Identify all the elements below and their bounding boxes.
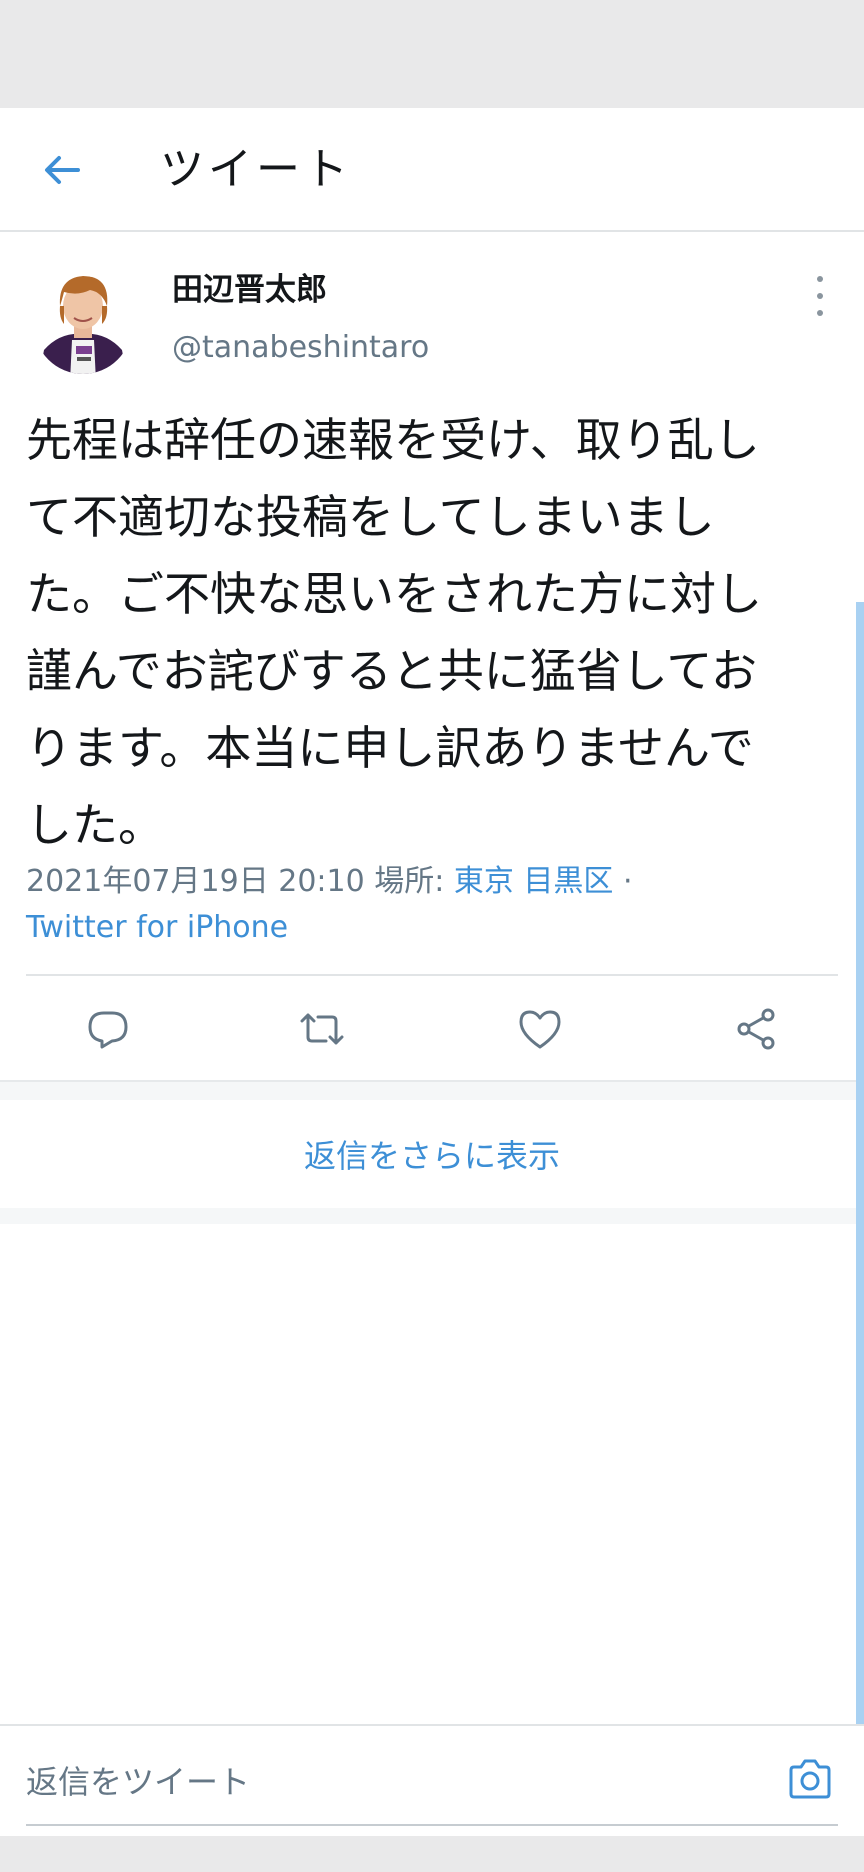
more-dot-icon (817, 276, 823, 282)
reply-input[interactable]: 返信をツイート (26, 1762, 250, 1802)
camera-button[interactable] (786, 1756, 834, 1802)
top-app-bar: ツイート (0, 108, 864, 232)
more-options-button[interactable] (808, 276, 832, 316)
share-icon (737, 1008, 775, 1050)
location-link[interactable]: 東京 目黒区 (454, 864, 614, 899)
share-button[interactable] (732, 1006, 780, 1052)
reply-button[interactable] (84, 1006, 132, 1052)
avatar[interactable] (34, 262, 132, 382)
status-bar-area (0, 0, 864, 108)
show-more-replies-button[interactable]: 返信をさらに表示 (0, 1100, 864, 1208)
tweet-text: 先程は辞任の速報を受け、取り乱し て不適切な投稿をしてしまいまし た。ご不快な思… (26, 413, 762, 852)
heart-icon (519, 1010, 561, 1049)
back-arrow-icon (45, 156, 80, 184)
section-separator (0, 1208, 864, 1224)
more-dot-icon (817, 310, 823, 316)
like-button[interactable] (516, 1006, 564, 1052)
camera-icon (789, 1759, 831, 1799)
page-title: ツイート (160, 144, 352, 195)
divider (26, 974, 838, 976)
author-handle[interactable]: @tanabeshintaro (172, 328, 429, 368)
retweet-button[interactable] (298, 1006, 346, 1052)
retweet-icon (300, 1013, 344, 1045)
more-dot-icon (817, 293, 823, 299)
tweet-actions (0, 996, 864, 1060)
reply-composer: 返信をツイート (0, 1724, 864, 1826)
back-button[interactable] (38, 148, 86, 192)
navigation-bar-area (0, 1836, 864, 1872)
source-link[interactable]: Twitter for iPhone (26, 908, 288, 948)
reply-input-underline (26, 1824, 838, 1826)
location-label: 場所: (374, 864, 445, 899)
meta-separator: · (622, 864, 633, 899)
author-name[interactable]: 田辺晋太郎 (172, 270, 327, 310)
scrollbar[interactable] (856, 602, 864, 1726)
tweet-timestamp: 2021年07月19日 20:10 (26, 864, 365, 899)
reply-icon (88, 1011, 128, 1049)
section-separator (0, 1080, 864, 1100)
tweet-meta: 2021年07月19日 20:10 場所: 東京 目黒区 · (26, 862, 846, 902)
